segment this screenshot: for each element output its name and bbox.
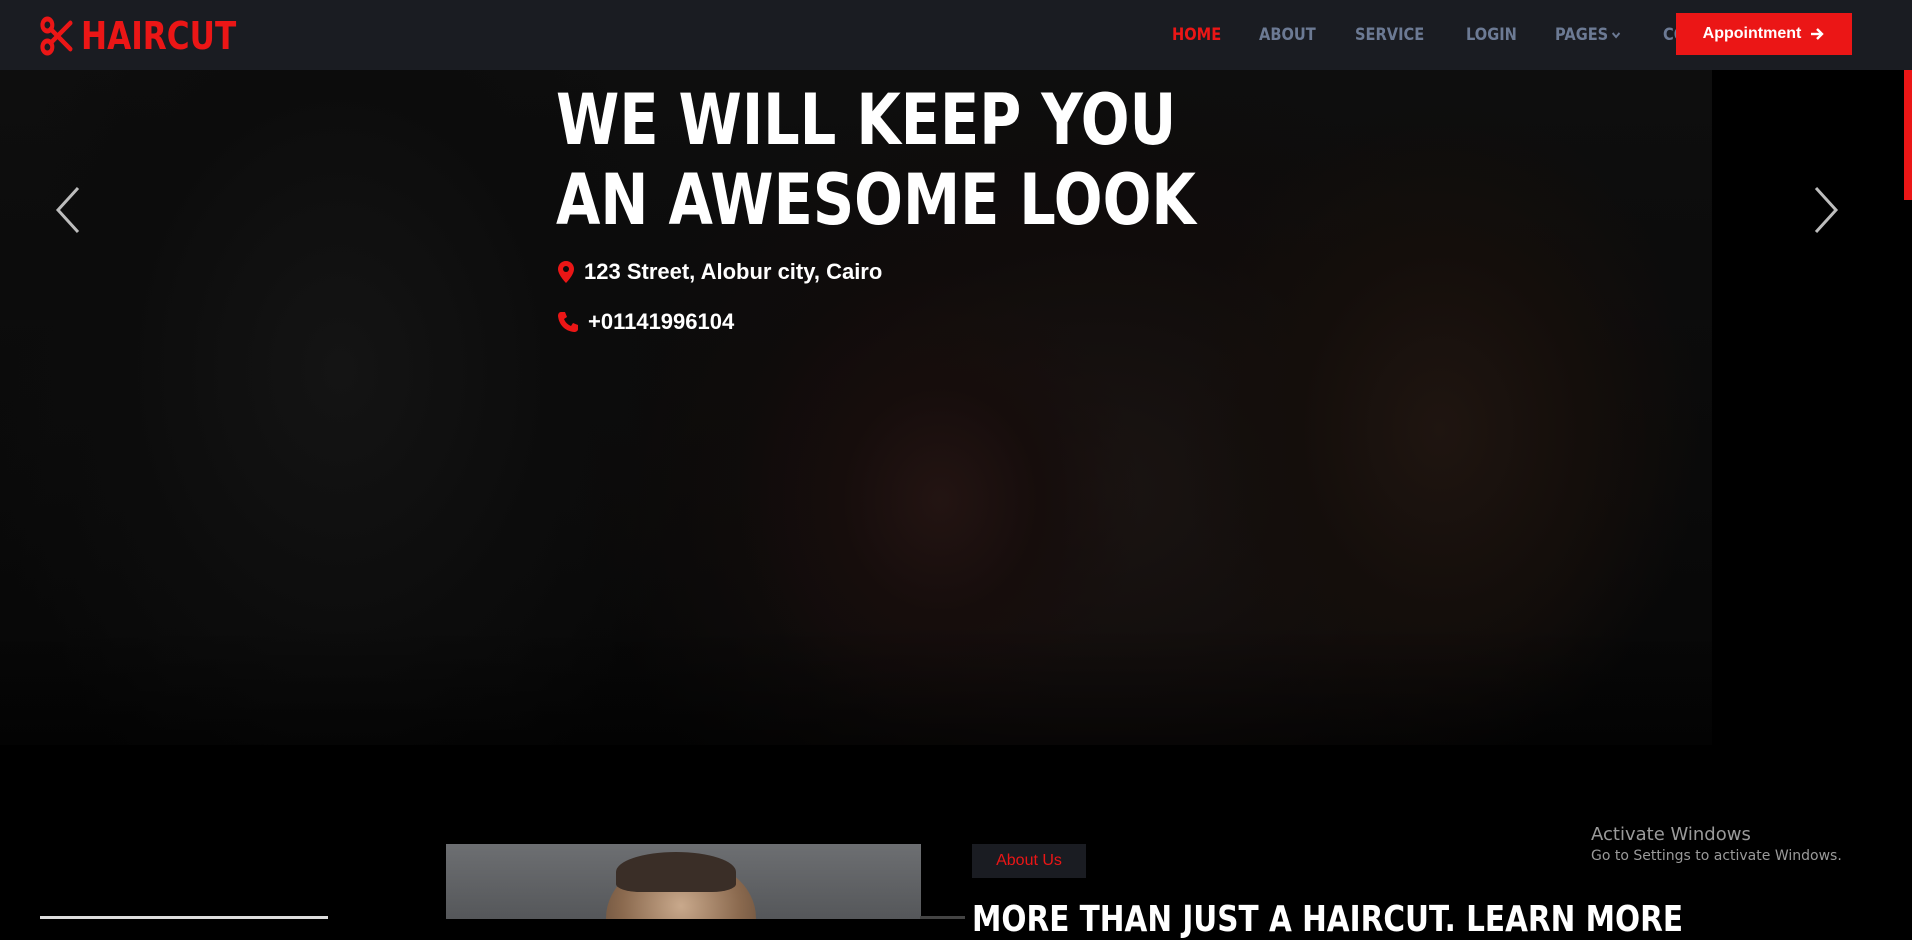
brand-name: HAIRCUT <box>81 14 237 58</box>
nav-home[interactable]: HOME <box>1172 25 1221 45</box>
chevron-down-icon <box>1611 32 1620 39</box>
chevron-left-icon[interactable] <box>48 180 88 240</box>
about-heading: MORE THAN JUST A HAIRCUT. LEARN MORE <box>972 899 1684 940</box>
about-us-badge: About Us <box>972 844 1086 878</box>
appointment-button[interactable]: Appointment <box>1676 13 1852 55</box>
nav-pages[interactable]: PAGES <box>1555 25 1622 45</box>
chevron-right-icon[interactable] <box>1806 180 1846 240</box>
nav-service[interactable]: SERVICE <box>1355 25 1424 45</box>
navbar: HAIRCUT HOME ABOUT SERVICE LOGIN PAGES C… <box>0 0 1912 70</box>
hero-phone-text: +01141996104 <box>588 309 735 334</box>
map-marker-icon <box>558 261 574 283</box>
appointment-button-label: Appointment <box>1702 25 1802 42</box>
hero-title: WE WILL KEEP YOU AN AWESOME LOOK <box>556 79 1196 241</box>
about-image <box>446 844 921 919</box>
hero-address-text: 123 Street, Alobur city, Cairo <box>584 259 883 284</box>
scissors-icon <box>40 16 73 56</box>
hero-carousel: WE WILL KEEP YOU AN AWESOME LOOK 123 Str… <box>0 70 1912 745</box>
hero-phone: +01141996104 <box>556 309 734 335</box>
about-image-hair <box>616 852 736 892</box>
nav-pages-label: PAGES <box>1554 25 1609 45</box>
watermark-subtitle: Go to Settings to activate Windows. <box>1591 848 1842 864</box>
phone-icon <box>558 312 578 332</box>
hero-address: 123 Street, Alobur city, Cairo <box>556 259 882 285</box>
arrow-right-icon <box>1811 28 1825 40</box>
brand-logo[interactable]: HAIRCUT <box>40 14 236 58</box>
scrollbar-thumb[interactable] <box>1904 56 1912 200</box>
nav-about[interactable]: ABOUT <box>1259 25 1316 45</box>
windows-activation-watermark: Activate Windows Go to Settings to activ… <box>1591 824 1842 866</box>
nav-login[interactable]: LOGIN <box>1466 25 1517 45</box>
watermark-title: Activate Windows <box>1591 824 1751 845</box>
